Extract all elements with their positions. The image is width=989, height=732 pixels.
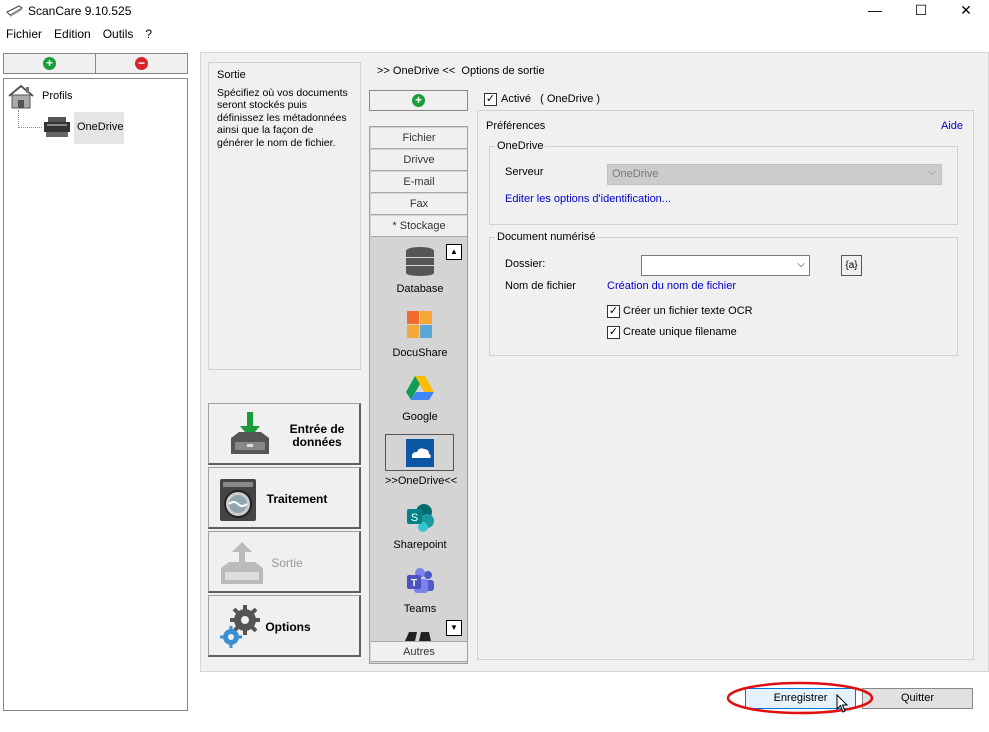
chevron-down-icon: ⌵ (928, 167, 936, 178)
folder-combobox[interactable]: ⌵ (641, 255, 810, 276)
partial-service-icon (405, 632, 431, 641)
menu-fichier[interactable]: Fichier (0, 25, 48, 43)
svg-text:S: S (411, 512, 418, 524)
google-drive-icon (406, 376, 434, 400)
description-title: Sortie (217, 69, 246, 81)
service-docushare[interactable]: DocuShare (385, 310, 455, 359)
filename-label: Nom de fichier (505, 280, 576, 292)
server-select-value: OneDrive (612, 168, 659, 180)
plus-icon: + (43, 57, 56, 70)
docushare-icon (407, 311, 432, 338)
active-service-text: ( OneDrive ) (540, 93, 601, 105)
washing-machine-icon (220, 479, 256, 521)
tab-email[interactable]: E-mail (371, 172, 467, 193)
add-output-button[interactable]: + (369, 90, 468, 111)
service-teams-label: Teams (403, 603, 437, 615)
menu-outils[interactable]: Outils (97, 25, 140, 43)
preferences-label: Préférences (484, 120, 548, 132)
minimize-button[interactable]: — (852, 0, 898, 22)
traitement-label: Traitement (266, 492, 328, 506)
server-label: Serveur (505, 166, 544, 178)
tab-autres[interactable]: Autres (371, 641, 467, 662)
output-type-column: Fichier Drivve E-mail Fax * Stockage ▲ D… (369, 126, 468, 664)
options-label: Options (265, 620, 311, 634)
service-teams[interactable]: T Teams (385, 566, 455, 615)
onedrive-icon (406, 439, 434, 467)
filename-creation-link[interactable]: Création du nom de fichier (607, 280, 736, 292)
entree-donnees-button[interactable]: Entrée de données (208, 403, 361, 465)
menu-bar: Fichier Edition Outils? (0, 25, 158, 43)
breadcrumb-current: >> OneDrive << (377, 65, 456, 77)
input-tray-icon (231, 412, 269, 454)
active-label: Activé ( OneDrive ) (501, 93, 600, 105)
variable-button[interactable]: {a} (841, 255, 862, 276)
service-database[interactable]: Database (385, 246, 455, 295)
document-group-title: Document numérisé (495, 231, 598, 243)
window-title: ScanCare 9.10.525 (28, 4, 132, 18)
title-bar: ScanCare 9.10.525 — ☐ ✕ (0, 0, 989, 22)
minus-icon: − (135, 57, 148, 70)
output-tray-icon (221, 542, 263, 584)
remove-profile-button[interactable]: − (95, 53, 188, 74)
server-select: OneDrive ⌵ (607, 164, 942, 185)
app-scanner-icon (6, 5, 23, 17)
mouse-cursor-icon (836, 694, 849, 713)
tab-stockage[interactable]: * Stockage (371, 216, 467, 237)
active-label-text: Activé (501, 93, 531, 105)
quit-button[interactable]: Quitter (862, 688, 973, 709)
scanner-icon (44, 117, 70, 137)
profile-toolbar: + − (3, 53, 188, 74)
tree-root-label[interactable]: Profils (42, 90, 73, 102)
options-button[interactable]: Options (208, 595, 361, 657)
svg-text:T: T (411, 578, 417, 589)
traitement-button[interactable]: Traitement (208, 467, 361, 529)
service-docushare-label: DocuShare (392, 347, 448, 359)
breadcrumb-section: Options de sortie (461, 65, 545, 77)
profile-tree: Profils OneDrive (3, 78, 188, 711)
database-icon (406, 247, 434, 276)
chevron-down-icon: ⌵ (797, 259, 805, 270)
add-profile-button[interactable]: + (3, 53, 96, 74)
home-icon (8, 84, 34, 109)
service-sharepoint[interactable]: S Sharepoint (385, 502, 455, 551)
teams-icon: T (407, 568, 434, 593)
tree-connector-vertical (18, 110, 19, 128)
help-link[interactable]: Aide (941, 120, 963, 132)
maximize-button[interactable]: ☐ (898, 0, 944, 22)
description-text: Spécifiez où vos documents seront stocké… (217, 86, 348, 149)
tree-item-onedrive[interactable]: OneDrive (74, 112, 124, 144)
plus-icon: + (412, 94, 425, 107)
folder-label: Dossier: (505, 258, 546, 270)
service-sharepoint-label: Sharepoint (393, 539, 447, 551)
ocr-checkbox[interactable]: ✓ (607, 305, 620, 318)
sortie-button[interactable]: Sortie (208, 531, 361, 593)
onedrive-group-title: OneDrive (495, 140, 546, 152)
service-google[interactable]: Google (385, 374, 455, 423)
close-button[interactable]: ✕ (943, 0, 989, 22)
active-checkbox[interactable]: ✓ (484, 93, 497, 106)
service-database-label: Database (396, 283, 444, 295)
entree-donnees-label: Entrée de données (289, 422, 345, 449)
menu-help[interactable]: ? (139, 25, 158, 43)
breadcrumb: >> OneDrive << Options de sortie (377, 65, 545, 77)
tab-fichier[interactable]: Fichier (371, 128, 467, 149)
service-onedrive[interactable]: >>OneDrive<< (385, 438, 458, 487)
service-google-label: Google (402, 411, 438, 423)
scroll-down-button[interactable]: ▼ (446, 620, 462, 636)
description-box: Sortie Spécifiez où vos documents seront… (208, 62, 361, 370)
menu-edition[interactable]: Edition (48, 25, 97, 43)
service-onedrive-label: >>OneDrive<< (385, 475, 458, 487)
tab-drivve[interactable]: Drivve (371, 150, 467, 171)
edit-identification-link[interactable]: Editer les options d'identification... (505, 193, 671, 205)
unique-filename-checkbox[interactable]: ✓ (607, 326, 620, 339)
gears-icon (220, 605, 260, 648)
highlight-ellipse (726, 681, 874, 715)
onedrive-group (489, 146, 958, 225)
tree-connector-horizontal (18, 127, 42, 128)
ocr-label: Créer un fichier texte OCR (623, 305, 753, 317)
sharepoint-icon: S (407, 504, 434, 532)
unique-filename-label: Create unique filename (623, 326, 737, 338)
sortie-label: Sortie (271, 556, 303, 570)
tab-fax[interactable]: Fax (371, 194, 467, 215)
